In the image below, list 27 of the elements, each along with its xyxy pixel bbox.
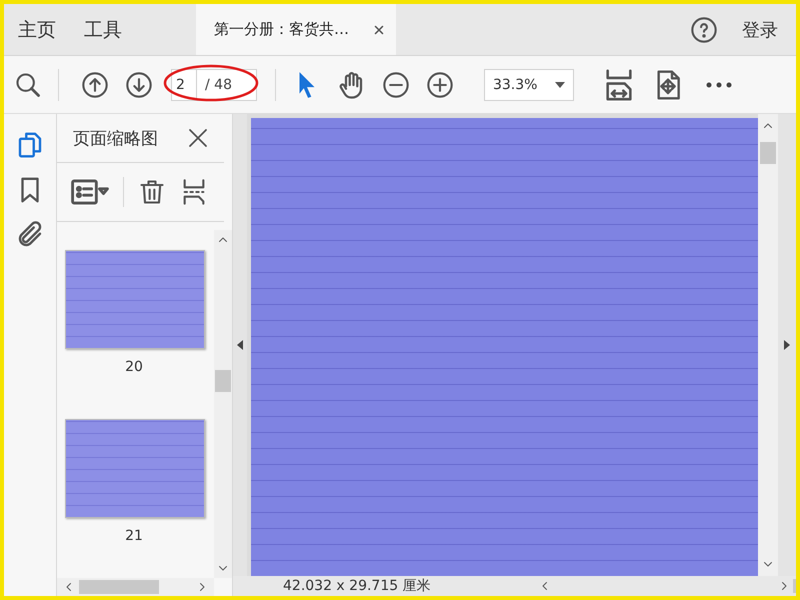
zoom-dropdown[interactable]: 33.3% (484, 68, 574, 100)
close-icon[interactable] (186, 126, 210, 150)
scrollbar-thumb[interactable] (760, 142, 776, 164)
panel-title: 页面缩略图 (73, 128, 158, 150)
help-icon[interactable] (690, 16, 718, 44)
signin-button[interactable]: 登录 (736, 16, 784, 42)
nav-tab[interactable]: 工具 (70, 4, 136, 55)
search-icon[interactable] (14, 70, 42, 98)
scrollbar-thumb[interactable] (79, 580, 159, 594)
thumbnail-page-number: 20 (124, 359, 144, 375)
arrow-down-icon[interactable] (125, 70, 153, 98)
zoom-out-icon[interactable] (382, 70, 410, 98)
page-thumbnail-placeholder[interactable] (65, 419, 205, 518)
nav-tab[interactable]: 主页 (4, 4, 70, 55)
collapse-right-icon[interactable] (784, 340, 790, 350)
zoom-in-icon[interactable] (426, 70, 454, 98)
page-size-label: 42.032 x 29.715 厘米 (283, 577, 432, 595)
trash-icon[interactable] (138, 178, 166, 206)
arrow-up-icon[interactable] (81, 70, 109, 98)
document-tab-title: 第一分册：客货共… (214, 20, 349, 39)
scrollbar-thumb[interactable] (215, 370, 231, 392)
page-thumbnail-placeholder[interactable] (65, 250, 205, 349)
thumbnail-page-number: 21 (124, 528, 144, 544)
more-icon[interactable] (706, 82, 732, 88)
document-tab[interactable]: 第一分册：客货共… (196, 4, 396, 55)
collapse-left-icon[interactable] (237, 340, 243, 350)
caret-icon[interactable] (554, 82, 565, 88)
